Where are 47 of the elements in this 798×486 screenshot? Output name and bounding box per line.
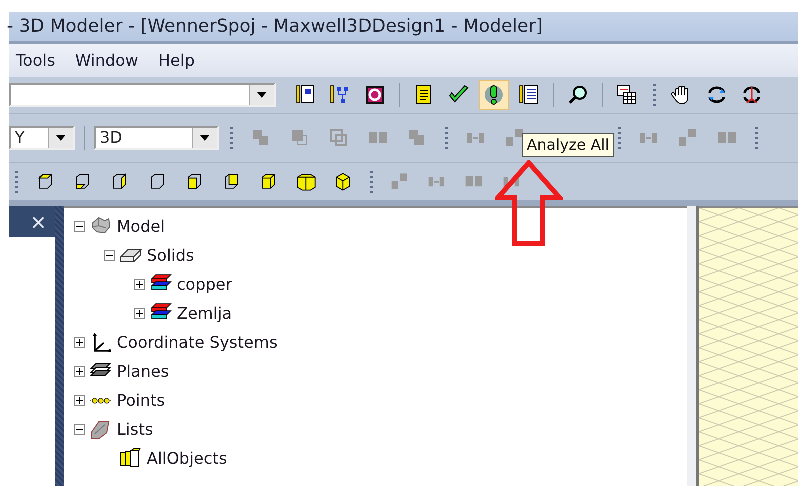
tree-item[interactable]: Model [117, 217, 166, 236]
toolbar-grip[interactable] [15, 170, 18, 192]
dropdown-arrow-icon[interactable] [56, 135, 66, 141]
tooltip: Analyze All [522, 133, 614, 157]
tree-item[interactable]: copper [177, 275, 232, 294]
hierarchy-icon [329, 84, 351, 106]
dropdown-arrow-icon[interactable] [200, 135, 210, 141]
notepad-icon [294, 84, 316, 106]
magnifier-icon [567, 84, 589, 106]
collapse-icon[interactable] [104, 250, 115, 261]
collapse-icon[interactable] [74, 424, 85, 435]
table-icon [616, 84, 638, 106]
toolbar-grip[interactable] [653, 84, 656, 106]
splitter[interactable] [687, 206, 699, 486]
collapse-icon[interactable] [74, 221, 85, 232]
tree-item[interactable]: AllObjects [147, 449, 228, 468]
toolbar-grip[interactable] [445, 127, 448, 149]
menu-item[interactable]: Help [152, 48, 202, 73]
dropdown[interactable]: 3D [94, 126, 219, 150]
dropdown[interactable]: Y [9, 126, 75, 150]
window-title: - 3D Modeler - [WennerSpoj - Maxwell3DDesign1 - Modeler] [7, 16, 544, 37]
blocks-icon [119, 446, 143, 470]
close-button[interactable]: × [30, 210, 47, 234]
expand-icon[interactable] [74, 366, 85, 377]
exclamation-icon [483, 84, 505, 106]
axes-rotate-icon [741, 84, 763, 106]
toolbar-button[interactable] [479, 80, 509, 110]
tree-item[interactable]: Coordinate Systems [117, 333, 278, 352]
expand-icon[interactable] [74, 395, 85, 406]
toolbar-grip[interactable] [618, 127, 621, 149]
tree-item[interactable]: Points [117, 391, 166, 410]
tree-item[interactable]: Lists [117, 420, 154, 439]
rotate-icon [706, 84, 728, 106]
document-icon [518, 84, 540, 106]
toolbar-grip[interactable] [370, 170, 373, 192]
dots-icon [89, 396, 113, 404]
tree-item[interactable]: Zemlja [177, 304, 232, 323]
expand-icon[interactable] [134, 308, 145, 319]
tree-item[interactable]: Solids [147, 246, 194, 265]
expand-icon[interactable] [134, 279, 145, 290]
toolbar-grip[interactable] [755, 127, 758, 149]
menu-item[interactable]: Tools [9, 48, 62, 73]
tree-item[interactable]: Planes [117, 362, 170, 381]
expand-icon[interactable] [74, 337, 85, 348]
toolbar-grip[interactable] [230, 127, 233, 149]
menu-item[interactable]: Window [68, 48, 146, 73]
dropdown-arrow-icon[interactable] [257, 92, 267, 98]
